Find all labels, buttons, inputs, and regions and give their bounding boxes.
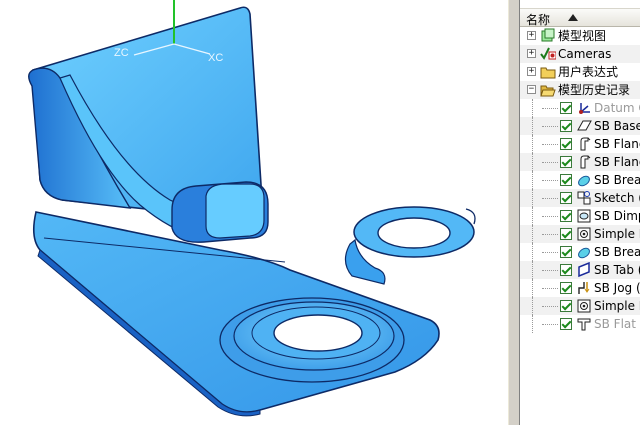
visibility-checkbox[interactable] bbox=[560, 282, 572, 294]
tree-node-label: 模型历史记录 bbox=[558, 83, 631, 97]
tree-node[interactable]: Sketch ( bbox=[520, 189, 640, 207]
tree-node-label: Sketch ( bbox=[594, 191, 640, 205]
visibility-checkbox[interactable] bbox=[560, 156, 572, 168]
tree-node[interactable]: Simple H bbox=[520, 225, 640, 243]
hole-icon bbox=[576, 226, 592, 242]
tree-node-label: 模型视图 bbox=[558, 29, 607, 43]
tree-node[interactable]: − 模型历史记录 bbox=[520, 81, 640, 99]
sheet-base-icon bbox=[576, 118, 592, 134]
tree-node-label: Datum C bbox=[594, 101, 640, 115]
expand-toggle-icon[interactable]: + bbox=[527, 31, 536, 40]
jog-icon bbox=[576, 280, 592, 296]
flange-icon bbox=[576, 136, 592, 152]
visibility-checkbox[interactable] bbox=[560, 300, 572, 312]
tree-node-label: SB Break bbox=[594, 245, 640, 259]
tree-node[interactable]: SB Flang bbox=[520, 135, 640, 153]
tree-node[interactable]: SB Flang bbox=[520, 153, 640, 171]
visibility-checkbox[interactable] bbox=[560, 318, 572, 330]
tree-node-label: Simple H bbox=[594, 227, 640, 241]
tree-node[interactable]: + Cameras bbox=[520, 45, 640, 63]
column-header-name[interactable]: 名称 bbox=[520, 8, 640, 27]
visibility-checkbox[interactable] bbox=[560, 264, 572, 276]
graphics-viewport[interactable]: ZC XC bbox=[0, 0, 508, 425]
tree-node-label: SB Flang bbox=[594, 137, 640, 151]
column-header-label: 名称 bbox=[526, 13, 551, 27]
visibility-checkbox[interactable] bbox=[560, 174, 572, 186]
axis-label-z: ZC bbox=[114, 47, 129, 59]
dimple-icon bbox=[576, 208, 592, 224]
navigator-tree[interactable]: + 模型视图 + Cameras + 用户表达式 − 模型历史记录 Datum C SB Base… bbox=[520, 27, 640, 333]
open-folder-icon bbox=[540, 82, 556, 98]
tree-node-label: SB Flang bbox=[594, 155, 640, 169]
break-icon bbox=[576, 172, 592, 188]
tree-node[interactable]: Simple H bbox=[520, 297, 640, 315]
datum-csys-icon bbox=[576, 100, 592, 116]
tree-node[interactable]: SB Dimp bbox=[520, 207, 640, 225]
flange-icon bbox=[576, 154, 592, 170]
cameras-icon bbox=[540, 46, 557, 62]
tree-node[interactable]: SB Jog ( bbox=[520, 279, 640, 297]
sheet-metal-part-model[interactable]: ZC XC bbox=[0, 0, 508, 425]
tree-node-label: SB Flat S bbox=[594, 317, 640, 331]
expand-toggle-icon[interactable]: + bbox=[527, 49, 536, 58]
visibility-checkbox[interactable] bbox=[560, 210, 572, 222]
expand-toggle-icon[interactable]: − bbox=[527, 85, 536, 94]
visibility-checkbox[interactable] bbox=[560, 138, 572, 150]
visibility-checkbox[interactable] bbox=[560, 120, 572, 132]
tree-node-label: 用户表达式 bbox=[558, 65, 619, 79]
tree-node-label: SB Jog ( bbox=[594, 281, 640, 295]
expand-toggle-icon[interactable]: + bbox=[527, 67, 536, 76]
tree-node[interactable]: + 模型视图 bbox=[520, 27, 640, 45]
model-views-icon bbox=[540, 28, 556, 44]
tree-node-label: SB Base bbox=[594, 119, 640, 133]
visibility-checkbox[interactable] bbox=[560, 192, 572, 204]
tree-node-label: SB Tab ( bbox=[594, 263, 640, 277]
tree-node[interactable]: SB Base bbox=[520, 117, 640, 135]
part-navigator[interactable]: 名称 + 模型视图 + Cameras + 用户表达式 − 模型历史记录 Datum C SB B… bbox=[520, 0, 640, 425]
tree-node-label: SB Break bbox=[594, 173, 640, 187]
folder-icon bbox=[540, 64, 556, 80]
tab-icon bbox=[576, 261, 592, 278]
tree-node[interactable]: + 用户表达式 bbox=[520, 63, 640, 81]
flat-solid-icon bbox=[576, 316, 592, 332]
tree-node[interactable]: SB Tab ( bbox=[520, 261, 640, 279]
tree-node-label: Cameras bbox=[558, 47, 612, 61]
visibility-checkbox[interactable] bbox=[560, 246, 572, 258]
sketch-icon bbox=[576, 190, 592, 206]
visibility-checkbox[interactable] bbox=[560, 228, 572, 240]
tree-node[interactable]: SB Break bbox=[520, 243, 640, 261]
tree-node-label: SB Dimp bbox=[594, 209, 640, 223]
tree-node[interactable]: SB Break bbox=[520, 171, 640, 189]
axis-label-x: XC bbox=[208, 52, 223, 64]
tree-node[interactable]: Datum C bbox=[520, 99, 640, 117]
tree-node-label: Simple H bbox=[594, 299, 640, 313]
tree-node[interactable]: SB Flat S bbox=[520, 315, 640, 333]
break-icon bbox=[576, 244, 592, 260]
hole-icon bbox=[576, 298, 592, 314]
visibility-checkbox[interactable] bbox=[560, 102, 572, 114]
pane-splitter[interactable] bbox=[508, 0, 520, 425]
sort-ascending-icon bbox=[568, 14, 578, 21]
